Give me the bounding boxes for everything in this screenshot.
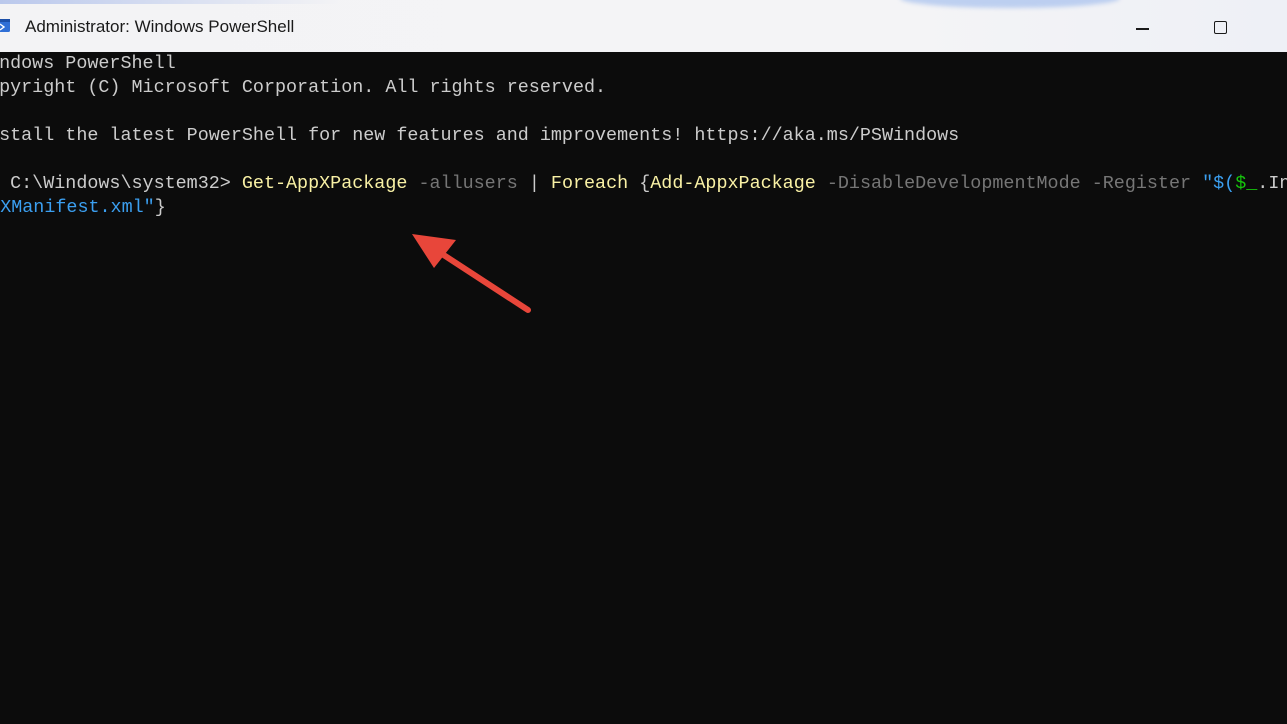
- banner-copyright-line: Copyright (C) Microsoft Corporation. All…: [0, 77, 607, 98]
- terminal-output[interactable]: Windows PowerShell Copyright (C) Microso…: [0, 52, 1287, 724]
- pipeline-variable: $_: [1235, 173, 1258, 194]
- command-line-continuation: )\AppXManifest.xml"}: [0, 196, 166, 220]
- banner-title-line: Windows PowerShell: [0, 53, 176, 74]
- foreach-keyword: Foreach: [550, 173, 629, 194]
- command-line: PS C:\Windows\system32> Get-AppXPackage …: [0, 172, 1287, 196]
- titlebar-highlight: [900, 0, 1120, 8]
- string-close: ": [143, 197, 155, 218]
- param-allusers: -allusers: [407, 173, 518, 194]
- install-location-property: .InstallLocation: [1257, 173, 1287, 194]
- param-register: -Register: [1080, 173, 1192, 194]
- cmdlet-add-appxpackage: Add-AppxPackage: [650, 173, 816, 194]
- powershell-window: Administrator: Windows PowerShell Window…: [0, 0, 1287, 724]
- minimize-icon: [1136, 28, 1149, 30]
- banner-update-line: Install the latest PowerShell for new fe…: [0, 125, 960, 146]
- window-title: Administrator: Windows PowerShell: [25, 17, 295, 36]
- brace-open: {: [628, 173, 651, 194]
- manifest-path: \AppXManifest.xml: [0, 197, 144, 218]
- maximize-button[interactable]: [1190, 0, 1252, 52]
- titlebar-accent: [0, 0, 340, 4]
- pipe-operator: |: [517, 173, 551, 194]
- brace-close: }: [154, 197, 166, 218]
- minimize-button[interactable]: [1116, 0, 1178, 52]
- param-disabledevelopmentmode: -DisableDevelopmentMode: [815, 173, 1081, 194]
- powershell-icon: [0, 19, 10, 32]
- maximize-icon: [1214, 21, 1227, 34]
- prompt: PS C:\Windows\system32>: [0, 173, 242, 194]
- cmdlet-get-appxpackage: Get-AppXPackage: [241, 173, 408, 194]
- string-open: "$(: [1191, 173, 1236, 194]
- title-bar[interactable]: Administrator: Windows PowerShell: [0, 0, 1287, 52]
- annotation-arrow-icon: [412, 234, 531, 313]
